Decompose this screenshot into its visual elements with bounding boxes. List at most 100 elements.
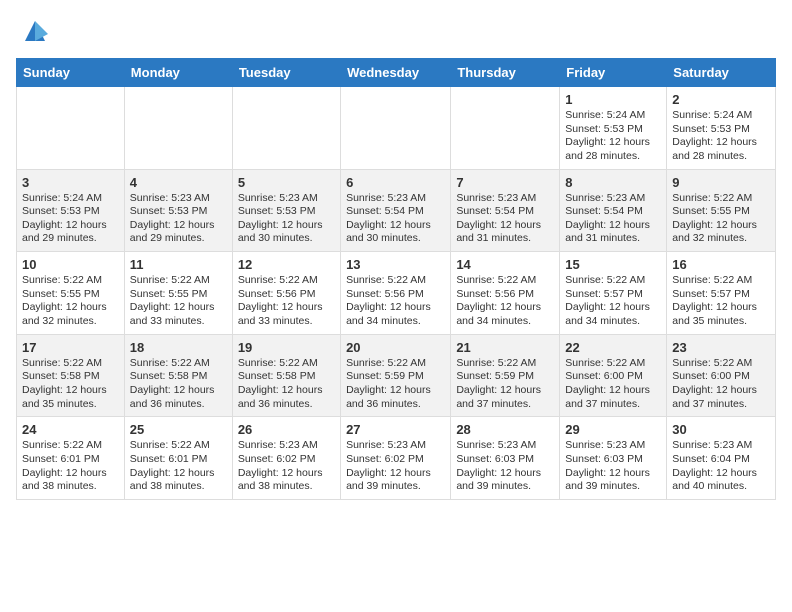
calendar-cell: 2Sunrise: 5:24 AMSunset: 5:53 PMDaylight… (667, 87, 776, 170)
day-info: Daylight: 12 hours and 34 minutes. (565, 301, 661, 328)
day-info: Sunset: 5:58 PM (238, 370, 335, 384)
day-info: Sunrise: 5:23 AM (456, 192, 554, 206)
day-info: Sunrise: 5:22 AM (22, 439, 119, 453)
day-info: Daylight: 12 hours and 36 minutes. (238, 384, 335, 411)
day-info: Daylight: 12 hours and 35 minutes. (22, 384, 119, 411)
calendar-cell: 30Sunrise: 5:23 AMSunset: 6:04 PMDayligh… (667, 417, 776, 500)
day-info: Daylight: 12 hours and 37 minutes. (672, 384, 770, 411)
day-info: Sunset: 5:59 PM (346, 370, 445, 384)
day-info: Sunrise: 5:22 AM (672, 357, 770, 371)
day-info: Sunrise: 5:22 AM (565, 274, 661, 288)
day-number: 24 (22, 422, 119, 437)
day-number: 27 (346, 422, 445, 437)
day-number: 14 (456, 257, 554, 272)
day-info: Sunrise: 5:22 AM (672, 192, 770, 206)
day-info: Sunset: 6:02 PM (238, 453, 335, 467)
calendar-week-row: 10Sunrise: 5:22 AMSunset: 5:55 PMDayligh… (17, 252, 776, 335)
day-info: Sunset: 5:53 PM (565, 123, 661, 137)
day-info: Daylight: 12 hours and 40 minutes. (672, 467, 770, 494)
day-info: Daylight: 12 hours and 39 minutes. (456, 467, 554, 494)
calendar-cell: 29 Sunrise: 5:23 AMSunset: 6:03 PMDayligh… (560, 417, 667, 500)
day-info: Daylight: 12 hours and 29 minutes. (130, 219, 227, 246)
day-info: Daylight: 12 hours and 28 minutes. (672, 136, 770, 163)
day-info: Sunset: 6:02 PM (346, 453, 445, 467)
calendar-cell: 27Sunrise: 5:23 AMSunset: 6:02 PMDayligh… (341, 417, 451, 500)
day-info: Daylight: 12 hours and 32 minutes. (22, 301, 119, 328)
calendar-cell: 12Sunrise: 5:22 AMSunset: 5:56 PMDayligh… (232, 252, 340, 335)
calendar-cell: 10Sunrise: 5:22 AMSunset: 5:55 PMDayligh… (17, 252, 125, 335)
day-info: Sunrise: 5:24 AM (565, 109, 661, 123)
calendar-cell: 6Sunrise: 5:23 AMSunset: 5:54 PMDaylight… (341, 169, 451, 252)
day-info: Sunrise: 5:24 AM (22, 192, 119, 206)
calendar-cell: 20Sunrise: 5:22 AMSunset: 5:59 PMDayligh… (341, 334, 451, 417)
day-number: 25 (130, 422, 227, 437)
day-info: Sunrise: 5:23 AM (130, 192, 227, 206)
day-info: Daylight: 12 hours and 36 minutes. (346, 384, 445, 411)
day-number: 30 (672, 422, 770, 437)
day-number: 23 (672, 340, 770, 355)
day-number: 11 (130, 257, 227, 272)
day-info: Sunrise: 5:22 AM (130, 274, 227, 288)
day-number: 29 (565, 422, 661, 437)
day-info: Sunset: 5:59 PM (456, 370, 554, 384)
day-number: 7 (456, 175, 554, 190)
day-number: 26 (238, 422, 335, 437)
day-info: Daylight: 12 hours and 31 minutes. (565, 219, 661, 246)
day-info: Sunset: 5:56 PM (238, 288, 335, 302)
day-info: Sunset: 5:56 PM (346, 288, 445, 302)
calendar-cell (124, 87, 232, 170)
logo (16, 16, 50, 46)
calendar-week-row: 3Sunrise: 5:24 AMSunset: 5:53 PMDaylight… (17, 169, 776, 252)
day-info: Sunset: 6:01 PM (22, 453, 119, 467)
day-number: 4 (130, 175, 227, 190)
calendar-cell: 16Sunrise: 5:22 AMSunset: 5:57 PMDayligh… (667, 252, 776, 335)
day-number: 19 (238, 340, 335, 355)
calendar-header-row: SundayMondayTuesdayWednesdayThursdayFrid… (17, 59, 776, 87)
calendar-cell: 4Sunrise: 5:23 AMSunset: 5:53 PMDaylight… (124, 169, 232, 252)
day-info: Sunrise: 5:22 AM (22, 274, 119, 288)
day-number: 1 (565, 92, 661, 107)
day-number: 20 (346, 340, 445, 355)
day-info: Sunset: 5:54 PM (565, 205, 661, 219)
day-info: Sunset: 6:00 PM (565, 370, 661, 384)
calendar-cell: 9Sunrise: 5:22 AMSunset: 5:55 PMDaylight… (667, 169, 776, 252)
day-info: Sunset: 6:03 PM (565, 453, 661, 467)
calendar-header-wednesday: Wednesday (341, 59, 451, 87)
day-info: Daylight: 12 hours and 38 minutes. (22, 467, 119, 494)
calendar-cell (451, 87, 560, 170)
day-info: Daylight: 12 hours and 31 minutes. (456, 219, 554, 246)
day-info: Sunrise: 5:24 AM (672, 109, 770, 123)
day-info: Sunrise: 5:23 AM (565, 439, 661, 453)
day-info: Sunrise: 5:22 AM (456, 357, 554, 371)
day-info: Daylight: 12 hours and 29 minutes. (22, 219, 119, 246)
day-info: Sunset: 6:04 PM (672, 453, 770, 467)
day-info: Sunrise: 5:22 AM (130, 357, 227, 371)
day-info: Daylight: 12 hours and 34 minutes. (346, 301, 445, 328)
day-info: Sunset: 5:57 PM (672, 288, 770, 302)
day-info: Daylight: 12 hours and 33 minutes. (238, 301, 335, 328)
day-info: Sunrise: 5:23 AM (456, 439, 554, 453)
day-number: 9 (672, 175, 770, 190)
day-number: 15 (565, 257, 661, 272)
day-info: Sunset: 5:55 PM (130, 288, 227, 302)
calendar-week-row: 1Sunrise: 5:24 AMSunset: 5:53 PMDaylight… (17, 87, 776, 170)
day-info: Sunrise: 5:22 AM (130, 439, 227, 453)
calendar-cell: 22Sunrise: 5:22 AMSunset: 6:00 PMDayligh… (560, 334, 667, 417)
day-info: Daylight: 12 hours and 39 minutes. (565, 467, 661, 494)
day-number: 17 (22, 340, 119, 355)
day-number: 28 (456, 422, 554, 437)
calendar-table: SundayMondayTuesdayWednesdayThursdayFrid… (16, 58, 776, 500)
day-info: Sunrise: 5:23 AM (346, 192, 445, 206)
day-info: Sunrise: 5:23 AM (565, 192, 661, 206)
day-info: Daylight: 12 hours and 32 minutes. (672, 219, 770, 246)
day-number: 21 (456, 340, 554, 355)
calendar-cell: 11Sunrise: 5:22 AMSunset: 5:55 PMDayligh… (124, 252, 232, 335)
day-info: Sunrise: 5:22 AM (238, 274, 335, 288)
day-info: Sunset: 5:57 PM (565, 288, 661, 302)
calendar-cell: 19Sunrise: 5:22 AMSunset: 5:58 PMDayligh… (232, 334, 340, 417)
day-info: Sunrise: 5:22 AM (456, 274, 554, 288)
day-number: 2 (672, 92, 770, 107)
day-number: 16 (672, 257, 770, 272)
calendar-cell: 1Sunrise: 5:24 AMSunset: 5:53 PMDaylight… (560, 87, 667, 170)
day-info: Daylight: 12 hours and 30 minutes. (346, 219, 445, 246)
